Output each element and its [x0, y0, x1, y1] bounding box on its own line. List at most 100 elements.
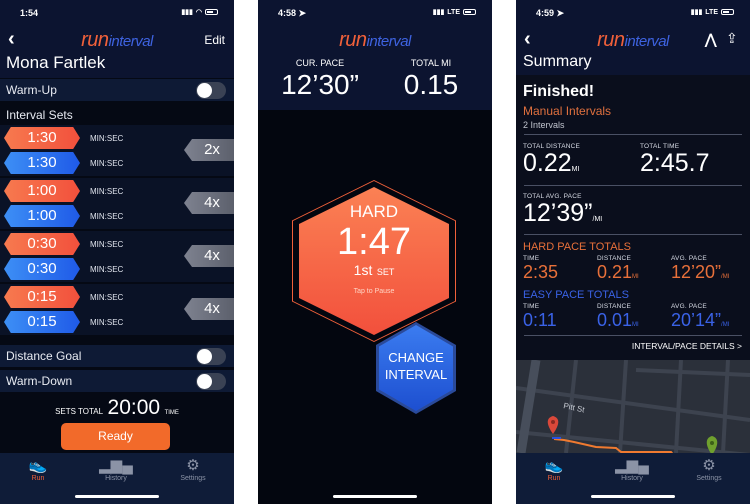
total-avg-pace: TOTAL AVG. PACE 12’39”/MI [523, 193, 603, 227]
route-map[interactable]: Pitt St [516, 360, 750, 453]
divider [524, 335, 742, 336]
location-icon: ➤ [298, 8, 307, 18]
status-bar: 4:58 ➤ ▮▮▮ LTE [258, 6, 492, 22]
unit-label: MIN:SEC [90, 212, 124, 221]
tab-run[interactable]: 👟 Run [8, 457, 68, 482]
interval-set[interactable]: 0:30 MIN:SEC 0:30 MIN:SEC 4x [0, 231, 234, 282]
tab-run[interactable]: 👟 Run [524, 457, 584, 482]
sets-total-unit: TIME [164, 410, 179, 416]
warmdown-row: Warm-Down [0, 370, 234, 392]
interval-timer: 1:47 [337, 221, 411, 263]
interval-set[interactable]: 0:15 MIN:SEC 0:15 MIN:SEC 4x [0, 284, 234, 335]
hard-duration[interactable]: 0:30 [4, 233, 80, 255]
pause-hint: Tap to Pause [353, 288, 395, 295]
gear-icon: ⚙ [702, 457, 716, 474]
run-screen: 4:58 ➤ ▮▮▮ LTE runinterval CUR. PACE 12’3… [258, 0, 492, 504]
warmdown-label: Warm-Down [6, 374, 73, 388]
tab-settings[interactable]: ⚙ Settings [679, 457, 739, 482]
total-mi-value: 0.15 [403, 69, 459, 100]
easy-duration[interactable]: 1:00 [4, 205, 80, 227]
interval-set[interactable]: 1:00 MIN:SEC 1:00 MIN:SEC 4x [0, 178, 234, 229]
summary-screen: 4:59 ➤ ▮▮▮ LTE ‹ runinterval ⋀ ⇪ Summary … [516, 0, 750, 504]
total-distance: TOTAL DISTANCE 0.22MI [523, 143, 581, 177]
set-indicator: 1st SET [353, 262, 395, 278]
home-indicator [333, 495, 417, 498]
interval-pace-details-link[interactable]: INTERVAL/PACE DETAILS > [632, 341, 742, 351]
bar-chart-icon: ▂▆▄ [615, 457, 649, 474]
battery-icon [205, 9, 218, 15]
repeat-count[interactable]: 4x [184, 192, 234, 214]
distance-goal-label: Distance Goal [6, 349, 82, 363]
share-icon[interactable]: ⇪ [726, 30, 738, 47]
warmup-label: Warm-Up [6, 83, 57, 97]
warmdown-toggle[interactable] [196, 373, 226, 390]
repeat-count[interactable]: 4x [184, 298, 234, 320]
total-time: TOTAL TIME 2:45.7 [640, 143, 710, 177]
easy-duration[interactable]: 0:30 [4, 258, 80, 280]
status-time: 1:54 [20, 8, 39, 18]
unit-label: MIN:SEC [90, 187, 124, 196]
location-icon: ➤ [556, 8, 565, 18]
hard-duration[interactable]: 0:15 [4, 286, 80, 308]
edit-button[interactable]: Edit [204, 33, 225, 47]
interval-sets-header: Interval Sets [6, 108, 73, 122]
signal-icon: ▮▮▮ [432, 9, 445, 16]
wifi-icon: ◠ [195, 9, 202, 16]
shoe-icon: 👟 [28, 457, 48, 474]
tab-history[interactable]: ▂▆▄ History [86, 457, 146, 482]
divider [524, 134, 742, 135]
hard-pace-totals: HARD PACE TOTALS TIME 2:35 DISTANCE 0.21MI… [523, 241, 730, 282]
tab-history[interactable]: ▂▆▄ History [602, 457, 662, 482]
distance-goal-row: Distance Goal [0, 345, 234, 367]
mode-label: Manual Intervals [523, 104, 612, 118]
repeat-count[interactable]: 2x [184, 139, 234, 161]
total-mi-label: TOTAL MI [410, 58, 452, 68]
finished-heading: Finished! [523, 83, 595, 100]
status-time: 4:58 ➤ [278, 8, 307, 18]
app-logo: runinterval [81, 29, 153, 51]
warmup-toggle[interactable] [196, 82, 226, 99]
status-icons: ▮▮▮ ◠ [181, 8, 218, 16]
tab-settings[interactable]: ⚙ Settings [163, 457, 223, 482]
status-time: 4:59 ➤ [536, 8, 565, 18]
strava-icon[interactable]: ⋀ [705, 31, 716, 48]
app-logo: runinterval [339, 29, 411, 51]
signal-icon: ▮▮▮ [690, 9, 703, 16]
hard-duration[interactable]: 1:30 [4, 127, 80, 149]
warmup-row: Warm-Up [0, 79, 234, 101]
unit-label: MIN:SEC [90, 293, 124, 302]
interval-label: INTERVAL [384, 367, 448, 382]
interval-set[interactable]: 1:30 MIN:SEC 1:30 MIN:SEC 2x [0, 125, 234, 176]
divider [524, 234, 742, 235]
tab-bar: 👟 Run ▂▆▄ History ⚙ Settings [0, 453, 234, 504]
status-icons: ▮▮▮ LTE [433, 8, 476, 16]
status-icons: ▮▮▮ LTE [691, 8, 734, 16]
cur-pace-label: CUR. PACE [295, 58, 345, 68]
unit-label: MIN:SEC [90, 134, 124, 143]
ready-button[interactable]: Ready [61, 423, 170, 450]
signal-icon: ▮▮▮ [181, 9, 193, 16]
status-bar: 4:59 ➤ ▮▮▮ LTE [516, 6, 750, 22]
easy-duration[interactable]: 0:15 [4, 311, 80, 333]
hard-duration[interactable]: 1:00 [4, 180, 80, 202]
sets-total: SETS TOTAL 20:00 TIME [0, 396, 234, 420]
gear-icon: ⚙ [186, 457, 200, 474]
network-label: LTE [447, 8, 460, 16]
unit-label: MIN:SEC [90, 265, 124, 274]
network-label: LTE [705, 8, 718, 16]
tab-bar: 👟 Run ▂▆▄ History ⚙ Settings [516, 453, 750, 504]
shoe-icon: 👟 [544, 457, 564, 474]
distance-goal-toggle[interactable] [196, 348, 226, 365]
setup-screen: 1:54 ▮▮▮ ◠ ‹ runinterval Edit Mona Fartle… [0, 0, 234, 504]
total-mi: TOTAL MI 0.15 [386, 58, 476, 101]
page-title: Mona Fartlek [6, 53, 106, 72]
repeat-count[interactable]: 4x [184, 245, 234, 267]
unit-label: MIN:SEC [90, 159, 124, 168]
cur-pace-value: 12’30” [281, 69, 359, 100]
divider [524, 185, 742, 186]
easy-pace-totals: EASY PACE TOTALS TIME 0:11 DISTANCE 0.01MI… [523, 289, 730, 330]
intervals-count: 2 Intervals [523, 120, 565, 130]
status-bar: 1:54 ▮▮▮ ◠ [0, 6, 234, 22]
home-indicator [591, 495, 675, 498]
easy-duration[interactable]: 1:30 [4, 152, 80, 174]
